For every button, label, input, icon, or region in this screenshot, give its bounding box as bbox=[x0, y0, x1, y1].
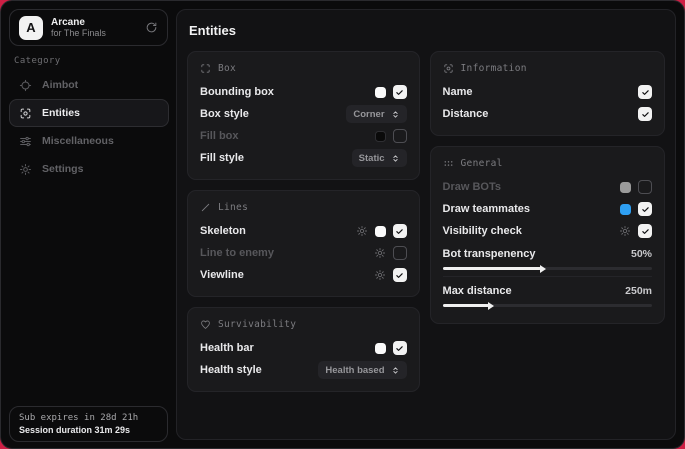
draw-bots-checkbox[interactable] bbox=[638, 180, 652, 194]
skeleton-checkbox[interactable] bbox=[393, 224, 407, 238]
setting-row-line-to-enemy: Line to enemy bbox=[200, 242, 407, 264]
app-header-card: A Arcane for The Finals bbox=[9, 9, 168, 46]
setting-row-draw-teammates: Draw teammates bbox=[443, 198, 652, 220]
sidebar-item-label: Aimbot bbox=[42, 79, 78, 91]
card-title: Lines bbox=[218, 202, 248, 213]
color-swatch[interactable] bbox=[375, 343, 386, 354]
fill-style-dropdown[interactable]: Static bbox=[352, 149, 407, 167]
setting-row-draw-bots: Draw BOTs bbox=[443, 176, 652, 198]
health-bar-checkbox[interactable] bbox=[393, 341, 407, 355]
sidebar-item-label: Settings bbox=[42, 163, 83, 175]
sub-expiry-text: Sub expires in 28d 21h bbox=[19, 413, 158, 423]
card-title: Information bbox=[461, 63, 527, 74]
gear-icon[interactable] bbox=[619, 225, 631, 237]
health-style-dropdown[interactable]: Health based bbox=[318, 361, 406, 379]
page-title: Entities bbox=[189, 23, 665, 38]
chevron-updown-icon bbox=[391, 366, 400, 375]
color-swatch[interactable] bbox=[620, 204, 631, 215]
setting-row-health-style: Health style Health based bbox=[200, 359, 407, 381]
diagonal-line-icon bbox=[200, 202, 211, 213]
chevron-updown-icon bbox=[391, 110, 400, 119]
sliders-icon bbox=[19, 135, 32, 148]
survivability-card: Survivability Health bar Health style bbox=[187, 307, 420, 392]
app-window: A Arcane for The Finals Category Aimbot bbox=[0, 0, 685, 449]
general-card: General Draw BOTs Draw teammates bbox=[430, 146, 665, 324]
heart-icon bbox=[200, 319, 211, 330]
line-to-enemy-checkbox[interactable] bbox=[393, 246, 407, 260]
setting-row-fill-style: Fill style Static bbox=[200, 147, 407, 169]
grid-icon bbox=[443, 158, 454, 169]
max-distance-slider[interactable] bbox=[443, 304, 652, 307]
info-scan-icon bbox=[443, 63, 454, 74]
fill-box-checkbox[interactable] bbox=[393, 129, 407, 143]
app-name: Arcane bbox=[51, 17, 106, 28]
lines-card: Lines Skeleton bbox=[187, 190, 420, 297]
category-label: Category bbox=[14, 56, 61, 66]
setting-row-visibility-check: Visibility check bbox=[443, 220, 652, 242]
setting-row-skeleton: Skeleton bbox=[200, 220, 407, 242]
setting-row-bounding-box: Bounding box bbox=[200, 81, 407, 103]
setting-row-distance: Distance bbox=[443, 103, 652, 125]
scan-icon bbox=[19, 107, 32, 120]
app-logo: A bbox=[19, 16, 43, 40]
sidebar-item-label: Miscellaneous bbox=[42, 135, 114, 147]
divider bbox=[443, 276, 652, 277]
sidebar: A Arcane for The Finals Category Aimbot bbox=[1, 1, 176, 448]
gear-icon[interactable] bbox=[356, 225, 368, 237]
app-subtitle: for The Finals bbox=[51, 28, 106, 39]
slider-row-bot-transparency: Bot transpenency 50% bbox=[443, 245, 652, 263]
box-style-dropdown[interactable]: Corner bbox=[346, 105, 406, 123]
sidebar-item-miscellaneous[interactable]: Miscellaneous bbox=[9, 127, 169, 155]
card-title: Box bbox=[218, 63, 236, 74]
box-card: Box Bounding box Box style bbox=[187, 51, 420, 180]
color-swatch[interactable] bbox=[375, 87, 386, 98]
setting-row-health-bar: Health bar bbox=[200, 337, 407, 359]
gear-icon[interactable] bbox=[374, 269, 386, 281]
card-title: Survivability bbox=[218, 319, 296, 330]
sidebar-nav: Aimbot Entities Miscellaneous Settings bbox=[9, 71, 169, 183]
box-corners-icon bbox=[200, 63, 211, 74]
bounding-box-checkbox[interactable] bbox=[393, 85, 407, 99]
viewline-checkbox[interactable] bbox=[393, 268, 407, 282]
setting-row-name: Name bbox=[443, 81, 652, 103]
sidebar-item-entities[interactable]: Entities bbox=[9, 99, 169, 127]
setting-row-box-style: Box style Corner bbox=[200, 103, 407, 125]
card-title: General bbox=[461, 158, 503, 169]
setting-row-fill-box: Fill box bbox=[200, 125, 407, 147]
color-swatch[interactable] bbox=[375, 226, 386, 237]
slider-thumb[interactable] bbox=[540, 265, 546, 273]
sidebar-item-label: Entities bbox=[42, 107, 80, 119]
session-duration-text: Session duration 31m 29s bbox=[19, 425, 158, 435]
color-swatch[interactable] bbox=[375, 131, 386, 142]
sync-icon[interactable] bbox=[145, 21, 158, 34]
gear-icon bbox=[19, 163, 32, 176]
color-swatch[interactable] bbox=[620, 182, 631, 193]
sidebar-item-settings[interactable]: Settings bbox=[9, 155, 169, 183]
slider-value: 50% bbox=[631, 248, 652, 260]
gear-icon[interactable] bbox=[374, 247, 386, 259]
slider-thumb[interactable] bbox=[488, 302, 494, 310]
subscription-status-card: Sub expires in 28d 21h Session duration … bbox=[9, 406, 168, 442]
crosshair-icon bbox=[19, 79, 32, 92]
sidebar-item-aimbot[interactable]: Aimbot bbox=[9, 71, 169, 99]
slider-value: 250m bbox=[625, 285, 652, 297]
setting-row-viewline: Viewline bbox=[200, 264, 407, 286]
main-panel: Entities Box Bounding box bbox=[176, 9, 676, 440]
slider-row-max-distance: Max distance 250m bbox=[443, 282, 652, 300]
bot-transparency-slider[interactable] bbox=[443, 267, 652, 270]
draw-teammates-checkbox[interactable] bbox=[638, 202, 652, 216]
information-card: Information Name Distance bbox=[430, 51, 665, 136]
chevron-updown-icon bbox=[391, 154, 400, 163]
name-checkbox[interactable] bbox=[638, 85, 652, 99]
visibility-check-checkbox[interactable] bbox=[638, 224, 652, 238]
distance-checkbox[interactable] bbox=[638, 107, 652, 121]
